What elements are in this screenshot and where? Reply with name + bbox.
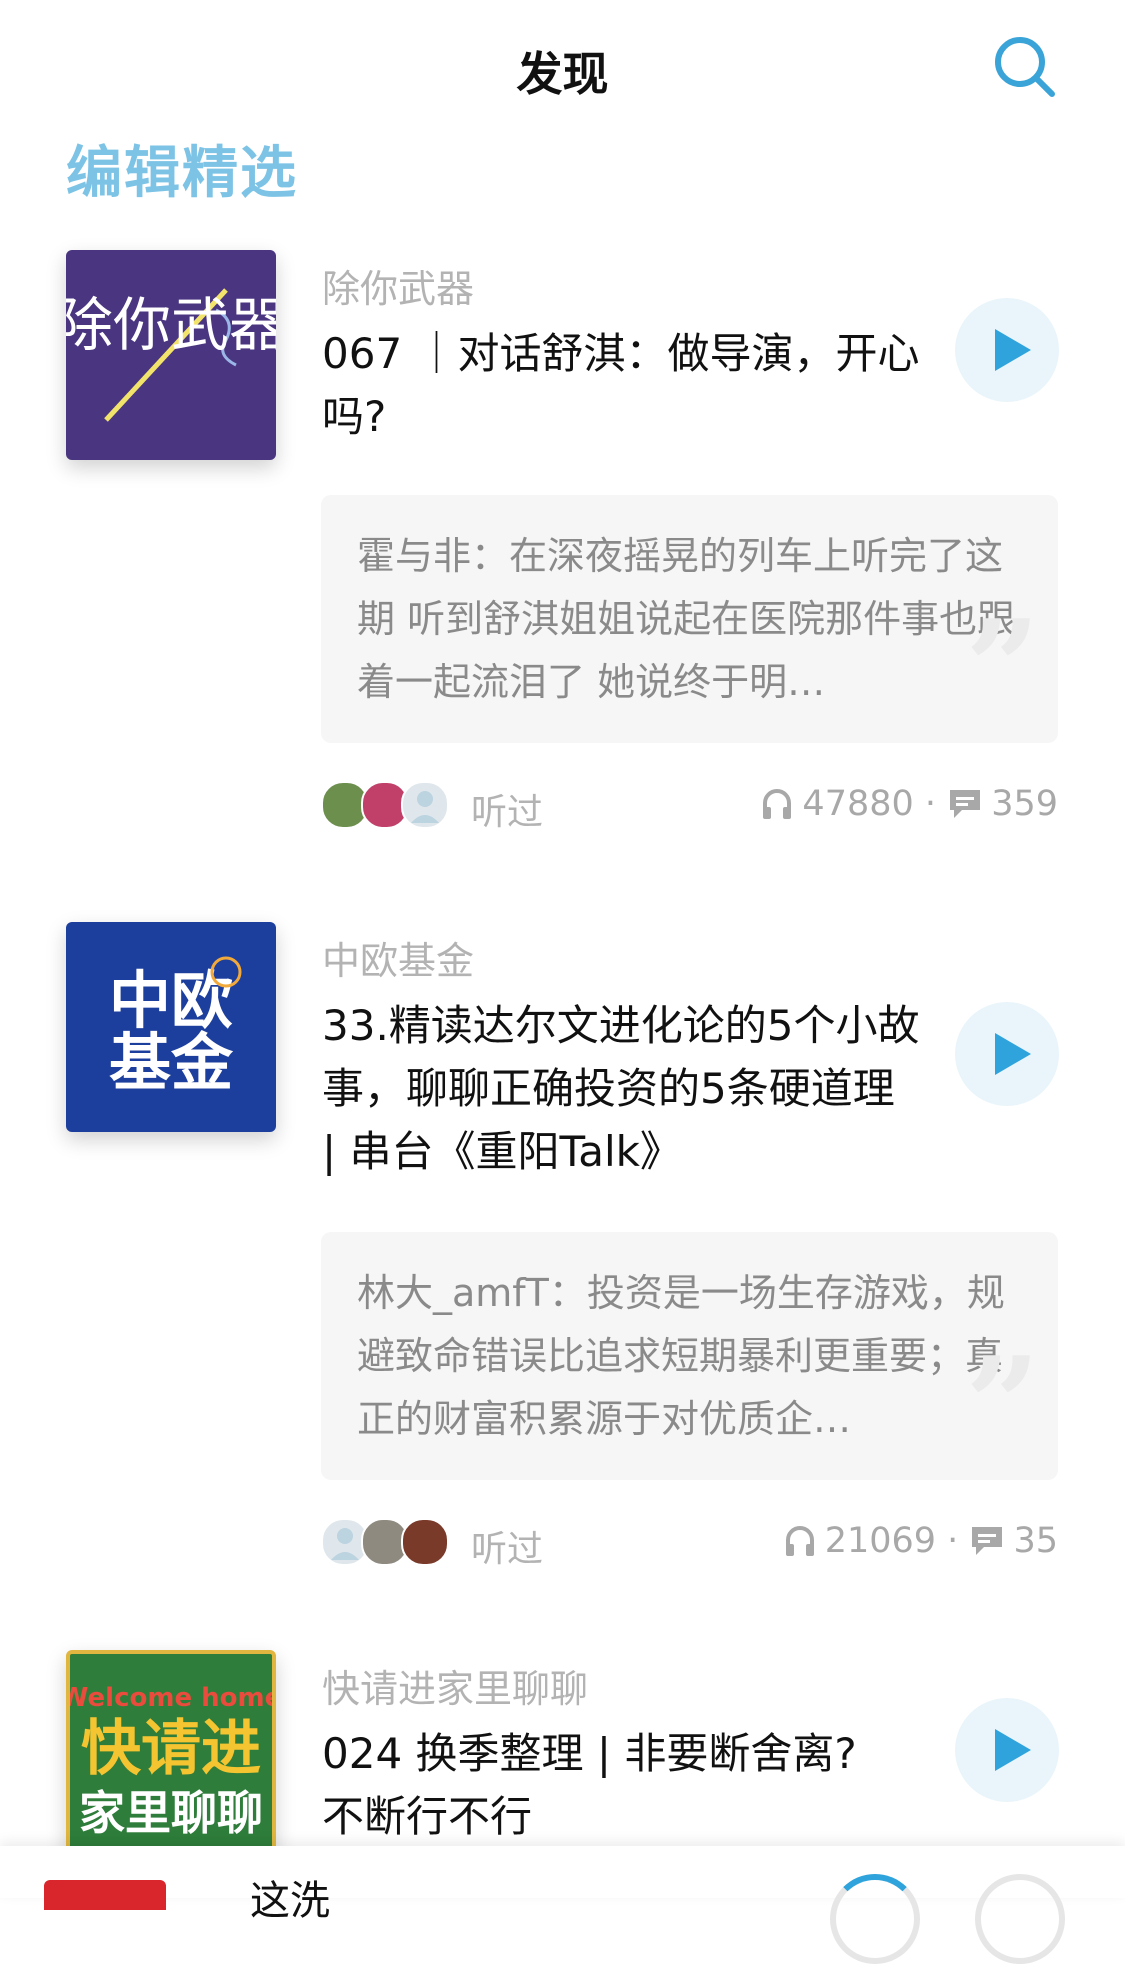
comment-count: 359: [991, 784, 1058, 824]
stats-separator: ·: [924, 784, 937, 824]
cover-title-line2: 基金: [109, 1026, 234, 1099]
comment-icon: [950, 790, 981, 818]
episode-title[interactable]: 067 ｜对话舒淇：做导演，开心吗?: [322, 322, 922, 448]
avatar: [401, 1518, 449, 1566]
episode-meta: 听过 21069 · 35: [321, 1512, 1058, 1572]
page-title: 发现: [516, 47, 609, 101]
listener-avatars[interactable]: [321, 1518, 461, 1566]
top-nav-bar: 发现: [0, 0, 1125, 140]
mini-player[interactable]: 这洗: [0, 1846, 1125, 1964]
podcast-cover[interactable]: 除你武器: [66, 250, 276, 460]
search-button[interactable]: [990, 32, 1060, 102]
podcast-cover[interactable]: Welcome home 快请进 家里聊聊: [66, 1650, 276, 1860]
quote-icon: ”: [965, 591, 1040, 744]
play-button[interactable]: [955, 1698, 1059, 1802]
podcast-cover[interactable]: 中欧 基金: [66, 922, 276, 1132]
cover-welcome-text: Welcome home: [70, 1683, 272, 1713]
episode-title[interactable]: 024 换季整理 | 非要断舍离?不断行不行: [322, 1722, 882, 1848]
avatar: [401, 781, 449, 829]
stats-separator: ·: [947, 1521, 959, 1561]
play-icon: [995, 1729, 1031, 1771]
episode-title[interactable]: 33.精读达尔文进化论的5个小故事，聊聊正确投资的5条硬道理 | 串台《重阳Ta…: [322, 994, 922, 1183]
listened-label: 听过: [471, 792, 544, 833]
search-icon: [995, 37, 1055, 97]
play-button[interactable]: [955, 1002, 1059, 1106]
headphones-icon: [763, 789, 792, 819]
playlist-button[interactable]: [975, 1874, 1065, 1964]
cover-title-line1: 快请进: [81, 1714, 261, 1784]
episode-stats: 21069 · 35: [783, 1520, 1058, 1561]
comment-count: 35: [1013, 1521, 1058, 1561]
headphones-icon: [785, 1526, 814, 1556]
comment-text: 霍与非：在深夜摇晃的列车上听完了这期 听到舒淇姐姐说起在医院那件事也跟着一起流泪…: [357, 534, 1016, 704]
comment-text: 林大_amfT：投资是一场生存游戏，规避致命错误比追求短期暴利更重要；真正的财富…: [357, 1271, 1005, 1441]
podcast-name[interactable]: 快请进家里聊聊: [322, 1658, 588, 1713]
play-button[interactable]: [955, 298, 1059, 402]
cover-title-line2: 家里聊聊: [79, 1786, 263, 1840]
featured-comment[interactable]: 霍与非：在深夜摇晃的列车上听完了这期 听到舒淇姐姐说起在医院那件事也跟着一起流泪…: [321, 495, 1058, 743]
comment-icon: [972, 1527, 1003, 1555]
episode-stats: 47880 · 359: [760, 783, 1058, 824]
user-icon: [411, 791, 439, 823]
play-count: 21069: [824, 1521, 937, 1561]
cover-art: Welcome home 快请进 家里聊聊: [70, 1683, 272, 1840]
episode-meta: 听过 47880 · 359: [321, 775, 1058, 835]
cover-art: 除你武器: [66, 288, 276, 422]
listener-avatars[interactable]: [321, 781, 461, 829]
cover-art: 中欧 基金: [109, 956, 242, 1099]
quote-icon: ”: [965, 1328, 1040, 1481]
play-count: 47880: [802, 784, 914, 824]
mini-player-progress-ring[interactable]: [830, 1874, 920, 1964]
play-icon: [995, 329, 1031, 371]
cover-title-line1: 除你武器: [66, 291, 276, 359]
mini-player-cover[interactable]: [44, 1880, 166, 1910]
play-icon: [995, 1033, 1031, 1075]
mini-player-title[interactable]: 这洗: [250, 1868, 330, 1926]
podcast-name[interactable]: 中欧基金: [322, 930, 474, 985]
listened-label: 听过: [471, 1529, 544, 1570]
featured-comment[interactable]: 林大_amfT：投资是一场生存游戏，规避致命错误比追求短期暴利更重要；真正的财富…: [321, 1232, 1058, 1480]
section-title: 编辑精选: [66, 141, 298, 206]
podcast-name[interactable]: 除你武器: [322, 258, 474, 313]
